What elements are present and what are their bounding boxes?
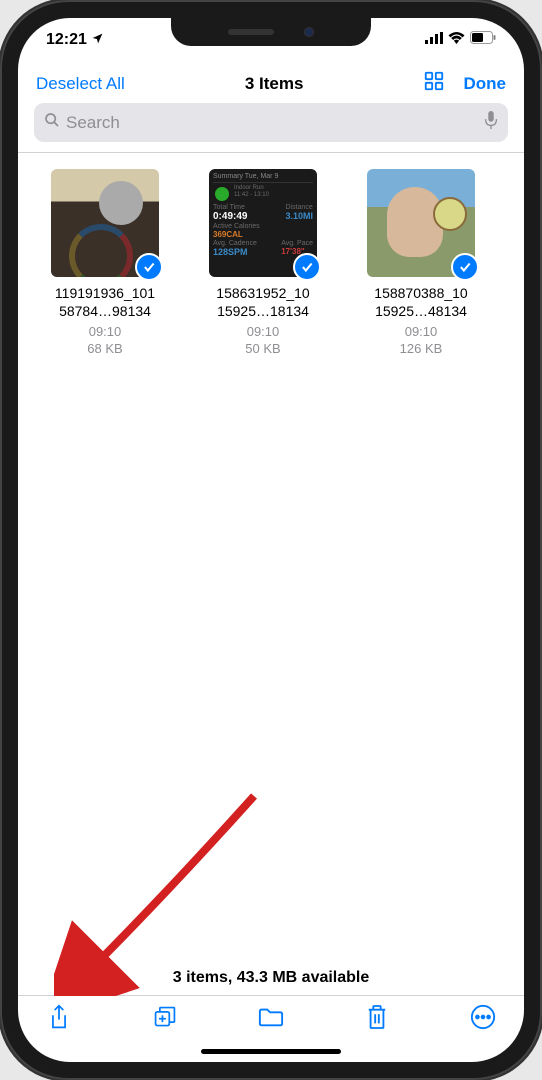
signal-icon: [425, 31, 443, 49]
share-button[interactable]: [46, 1004, 72, 1030]
battery-icon: [470, 31, 496, 49]
delete-button[interactable]: [364, 1004, 390, 1030]
done-button[interactable]: Done: [463, 74, 506, 94]
file-item[interactable]: 158870388_1015925…48134 09:10126 KB: [356, 169, 486, 358]
more-button[interactable]: [470, 1004, 496, 1030]
status-time: 12:21: [46, 31, 87, 49]
selection-checkmark-icon: [451, 253, 479, 281]
file-meta: 09:10126 KB: [400, 323, 443, 358]
home-indicator[interactable]: [201, 1049, 341, 1054]
file-name: 119191936_10158784…98134: [35, 285, 175, 321]
page-title: 3 Items: [245, 74, 304, 94]
bottom-toolbar: [18, 995, 524, 1040]
navigation-bar: Deselect All 3 Items Done: [18, 62, 524, 103]
selection-checkmark-icon: [135, 253, 163, 281]
duplicate-button[interactable]: [152, 1004, 178, 1030]
file-item[interactable]: 119191936_10158784…98134 09:1068 KB: [40, 169, 170, 358]
storage-summary: 3 items, 43.3 MB available: [18, 957, 524, 995]
deselect-all-button[interactable]: Deselect All: [36, 74, 125, 94]
file-name: 158870388_1015925…48134: [351, 285, 491, 321]
file-item[interactable]: Summary Tue, Mar 9 Indoor Run11:42 - 13:…: [198, 169, 328, 358]
location-icon: [91, 32, 104, 48]
dictation-icon[interactable]: [484, 111, 498, 134]
selection-checkmark-icon: [293, 253, 321, 281]
file-meta: 09:1050 KB: [245, 323, 280, 358]
file-meta: 09:1068 KB: [87, 323, 122, 358]
search-input[interactable]: Search: [34, 103, 508, 142]
search-placeholder: Search: [66, 113, 478, 133]
file-grid: 119191936_10158784…98134 09:1068 KB Summ…: [18, 153, 524, 957]
move-button[interactable]: [258, 1004, 284, 1030]
wifi-icon: [448, 31, 465, 49]
file-name: 158631952_1015925…18134: [193, 285, 333, 321]
search-icon: [44, 112, 60, 133]
view-mode-button[interactable]: [423, 70, 445, 97]
